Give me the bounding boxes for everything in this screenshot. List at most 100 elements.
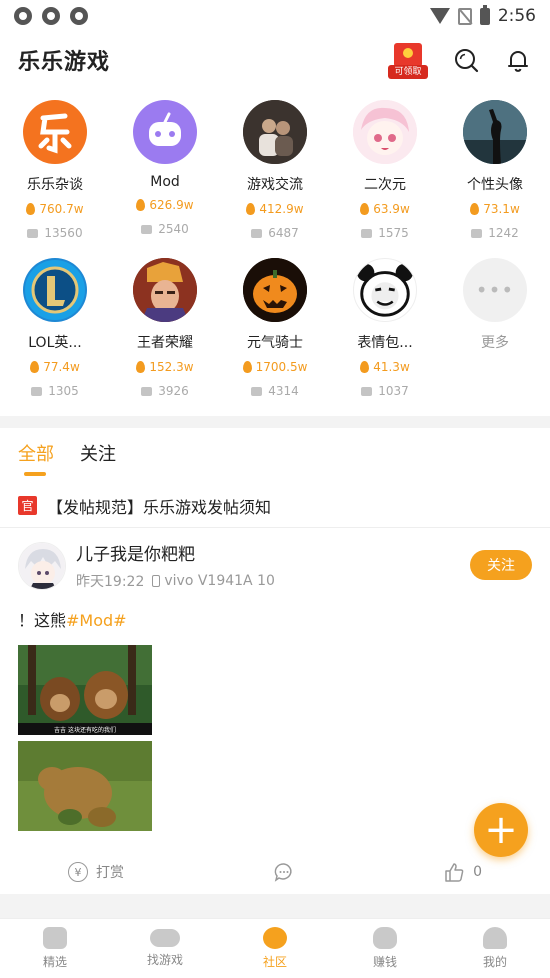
category-item[interactable]: 元气骑士 1700.5w 4314 xyxy=(220,254,330,412)
category-item[interactable]: LOL英... 77.4w 1305 xyxy=(0,254,110,412)
message-icon xyxy=(251,228,263,238)
more-categories-button[interactable]: ••• 更多 xyxy=(440,254,550,412)
bell-icon xyxy=(508,51,528,72)
post-meta: 昨天19:22 vivo V1941A 10 xyxy=(76,571,275,591)
post-author[interactable]: 儿子我是你粑粑 xyxy=(76,540,275,565)
gamers-photo xyxy=(243,100,307,164)
message-icon xyxy=(141,224,153,234)
message-icon xyxy=(251,386,263,396)
lol-logo-icon xyxy=(25,260,85,320)
category-posts: 1305 xyxy=(31,384,79,398)
category-name: 元气骑士 xyxy=(247,335,303,351)
category-heat: 77.4w xyxy=(30,360,80,374)
category-item[interactable]: Mod 626.9w 2540 xyxy=(110,96,220,254)
bear-image xyxy=(18,741,152,831)
category-name: LOL英... xyxy=(28,335,82,351)
message-icon xyxy=(361,228,373,238)
category-heat: 63.9w xyxy=(360,202,410,216)
category-posts: 1242 xyxy=(471,226,519,240)
category-posts: 1037 xyxy=(361,384,409,398)
category-avatar xyxy=(243,258,307,322)
category-avatar xyxy=(463,100,527,164)
category-avatar xyxy=(243,100,307,164)
reward-label: 打赏 xyxy=(96,865,124,881)
search-button[interactable] xyxy=(452,46,480,74)
category-avatar xyxy=(23,258,87,322)
more-icon: ••• xyxy=(463,258,527,322)
notification-icons xyxy=(14,7,88,25)
user-icon xyxy=(483,927,507,949)
status-bar: 2:56 xyxy=(0,0,550,32)
category-heat: 152.3w xyxy=(136,360,194,374)
nav-earn[interactable]: 赚钱 xyxy=(330,919,440,978)
flame-icon xyxy=(360,203,370,215)
search-icon xyxy=(455,49,479,73)
feed-tabs: 全部 关注 xyxy=(0,428,550,478)
comment-icon xyxy=(274,863,292,882)
category-name: 个性头像 xyxy=(467,177,523,193)
notification-icon xyxy=(42,7,60,25)
category-item[interactable]: 个性头像 73.1w 1242 xyxy=(440,96,550,254)
category-item[interactable]: 乐乐杂谈 760.7w 13560 xyxy=(0,96,110,254)
more-label: 更多 xyxy=(481,335,509,351)
flame-icon xyxy=(26,203,36,215)
pinned-notice[interactable]: 官 【发帖规范】乐乐游戏发帖须知 xyxy=(0,484,550,528)
message-icon xyxy=(27,228,39,238)
category-heat: 73.1w xyxy=(470,202,520,216)
category-avatar xyxy=(23,100,87,164)
post-device: vivo V1941A 10 xyxy=(164,573,275,589)
category-posts: 2540 xyxy=(141,222,189,236)
avatar[interactable] xyxy=(18,541,66,590)
app-header: 乐乐游戏 可领取 xyxy=(0,32,550,88)
category-heat: 41.3w xyxy=(360,360,410,374)
battery-icon xyxy=(479,4,490,25)
image-caption: 吉吉 这块还有吃的我们 xyxy=(54,727,116,734)
post-image[interactable]: 吉吉 这块还有吃的我们 xyxy=(18,645,152,735)
flame-icon xyxy=(136,199,146,211)
comment-button[interactable] xyxy=(273,861,295,883)
post-time: 昨天19:22 xyxy=(76,574,145,590)
category-posts: 13560 xyxy=(27,226,83,240)
reward-button[interactable]: ¥ 打赏 xyxy=(68,862,124,882)
create-post-button[interactable]: + xyxy=(474,803,528,857)
message-icon xyxy=(141,386,153,396)
category-posts: 4314 xyxy=(251,384,299,398)
category-heat: 626.9w xyxy=(136,198,194,212)
nav-community[interactable]: 社区 xyxy=(220,919,330,978)
money-bag-icon xyxy=(373,927,397,949)
post-tag[interactable]: #Mod# xyxy=(66,611,127,630)
gift-button[interactable]: 可领取 xyxy=(388,41,428,79)
no-sim-icon xyxy=(457,7,472,25)
user-avatar-image xyxy=(19,542,65,589)
system-status: 2:56 xyxy=(429,4,536,26)
category-item[interactable]: 王者荣耀 152.3w 3926 xyxy=(110,254,220,412)
category-name: Mod xyxy=(150,174,180,190)
wifi-icon xyxy=(429,8,450,24)
bottom-nav: 精选 找游戏 社区 赚钱 我的 xyxy=(0,918,550,978)
post-image[interactable] xyxy=(18,741,152,831)
chat-heart-icon xyxy=(263,927,287,949)
post-card[interactable]: 儿子我是你粑粑 昨天19:22 vivo V1941A 10 关注 ！这熊#Mo… xyxy=(0,528,550,901)
category-posts: 1575 xyxy=(361,226,409,240)
gift-icon xyxy=(394,43,422,67)
nav-featured[interactable]: 精选 xyxy=(0,919,110,978)
flame-icon xyxy=(246,203,256,215)
nav-find-games[interactable]: 找游戏 xyxy=(110,919,220,978)
tab-following[interactable]: 关注 xyxy=(80,440,116,466)
tab-all[interactable]: 全部 xyxy=(18,440,54,476)
thumbs-up-icon xyxy=(445,863,464,882)
category-name: 表情包... xyxy=(357,335,413,351)
category-item[interactable]: 表情包... 41.3w 1037 xyxy=(330,254,440,412)
follow-button[interactable]: 关注 xyxy=(470,550,532,580)
bears-image xyxy=(18,645,152,735)
category-posts: 3926 xyxy=(141,384,189,398)
notifications-button[interactable] xyxy=(504,46,532,74)
category-name: 游戏交流 xyxy=(247,177,303,193)
category-avatar xyxy=(133,100,197,164)
nav-profile[interactable]: 我的 xyxy=(440,919,550,978)
anime-girl-avatar xyxy=(353,100,417,164)
category-name: 二次元 xyxy=(364,177,406,193)
like-button[interactable]: 0 xyxy=(443,861,482,883)
category-item[interactable]: 二次元 63.9w 1575 xyxy=(330,96,440,254)
category-item[interactable]: 游戏交流 412.9w 6487 xyxy=(220,96,330,254)
